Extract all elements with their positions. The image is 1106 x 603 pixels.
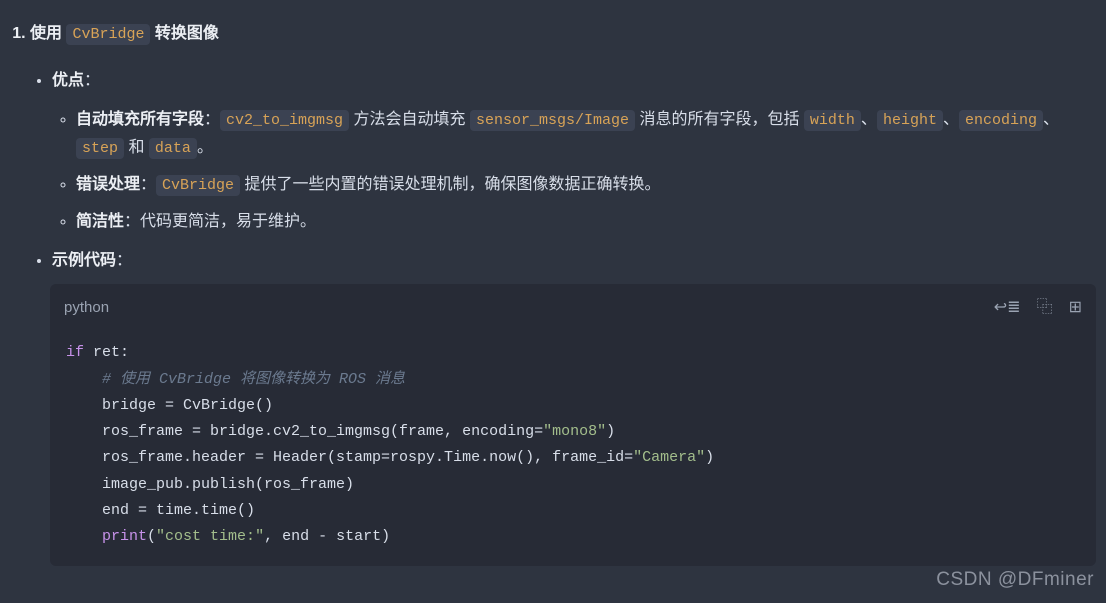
code-toolbar: ↩≣ ⿻ ⊞ [994,294,1082,323]
code-l4b: ) [606,423,615,440]
adv0-seg4: 、 [861,111,877,128]
adv0-code1: cv2_to_imgmsg [220,110,349,131]
code-l6: image_pub.publish(ros_frame) [66,476,354,493]
adv0-code4: height [877,110,943,131]
code-l8c: , end - start) [264,528,390,545]
adv1-seg2: 提供了一些内置的错误处理机制，确保图像数据正确转换。 [240,176,660,193]
heading-bold-suffix: 转换图像 [150,25,218,42]
example-label: 示例代码 [52,252,116,269]
adv0-code5: encoding [959,110,1043,131]
adv2-seg1: ：代码更简洁，易于维护。 [124,213,316,230]
watermark: CSDN @DFminer [936,563,1094,597]
code-l8s: "cost time:" [156,528,264,545]
code-l3: bridge = CvBridge() [66,397,273,414]
code-content: if ret: # 使用 CvBridge 将图像转换为 ROS 消息 brid… [50,328,1096,566]
code-l8fn: print [102,528,147,545]
code-l5a: ros_frame.header = Header(stamp=rospy.Ti… [66,449,633,466]
adv2-title: 简洁性 [76,213,124,230]
adv0-seg2: 方法会自动填充 [349,111,470,128]
adv0-title: 自动填充所有字段 [76,111,204,128]
code-l8a [66,528,102,545]
ordered-list: 使用 CvBridge 转换图像 优点： 自动填充所有字段：cv2_to_img… [10,20,1096,566]
bullet-list-lvl3: 自动填充所有字段：cv2_to_imgmsg 方法会自动填充 sensor_ms… [52,106,1096,237]
adv0-seg5: 、 [943,111,959,128]
code-l8b: ( [147,528,156,545]
adv-item-2: 简洁性：代码更简洁，易于维护。 [76,208,1096,237]
adv0-code3: width [804,110,861,131]
code-l5s: "Camera" [633,449,705,466]
adv1-code1: CvBridge [156,175,240,196]
bullet-list-lvl2: 优点： 自动填充所有字段：cv2_to_imgmsg 方法会自动填充 senso… [30,67,1096,567]
advantages-label: 优点 [52,72,84,89]
adv0-code2: sensor_msgs/Image [470,110,635,131]
adv-item-0: 自动填充所有字段：cv2_to_imgmsg 方法会自动填充 sensor_ms… [76,106,1096,164]
adv1-title: 错误处理 [76,176,140,193]
code-block: python ↩≣ ⿻ ⊞ if ret: # 使用 CvBridge 将图像转… [50,284,1096,567]
code-header: python ↩≣ ⿻ ⊞ [50,284,1096,329]
list-item-1: 使用 CvBridge 转换图像 优点： 自动填充所有字段：cv2_to_img… [30,20,1096,566]
adv0-code7: data [149,138,197,159]
adv1-seg1: ： [140,176,156,193]
code-l7: end = time.time() [66,502,255,519]
code-lang-label: python [64,294,109,321]
heading-code: CvBridge [66,24,150,45]
heading-bold-prefix: 使用 [30,25,66,42]
advantages-item: 优点： 自动填充所有字段：cv2_to_imgmsg 方法会自动填充 senso… [52,67,1096,237]
code-l1-kw: if [66,344,84,361]
adv0-seg8: 。 [197,139,213,156]
code-l5b: ) [705,449,714,466]
code-l2-cmt: # 使用 CvBridge 将图像转换为 ROS 消息 [102,371,405,388]
wrap-icon[interactable]: ↩≣ [994,294,1021,323]
expand-icon[interactable]: ⊞ [1069,294,1082,323]
adv0-code6: step [76,138,124,159]
copy-icon[interactable]: ⿻ [1037,294,1053,323]
code-l4a: ros_frame = bridge.cv2_to_imgmsg(frame, … [66,423,543,440]
code-l1-rest: ret: [84,344,129,361]
adv-item-1: 错误处理：CvBridge 提供了一些内置的错误处理机制，确保图像数据正确转换。 [76,171,1096,200]
code-l4s: "mono8" [543,423,606,440]
example-item: 示例代码： python ↩≣ ⿻ ⊞ if ret: # 使用 CvBridg… [52,247,1096,567]
adv0-seg1: ： [204,111,220,128]
adv0-seg6: 、 [1043,111,1059,128]
adv0-seg7: 和 [124,139,149,156]
adv0-seg3: 消息的所有字段，包括 [635,111,804,128]
